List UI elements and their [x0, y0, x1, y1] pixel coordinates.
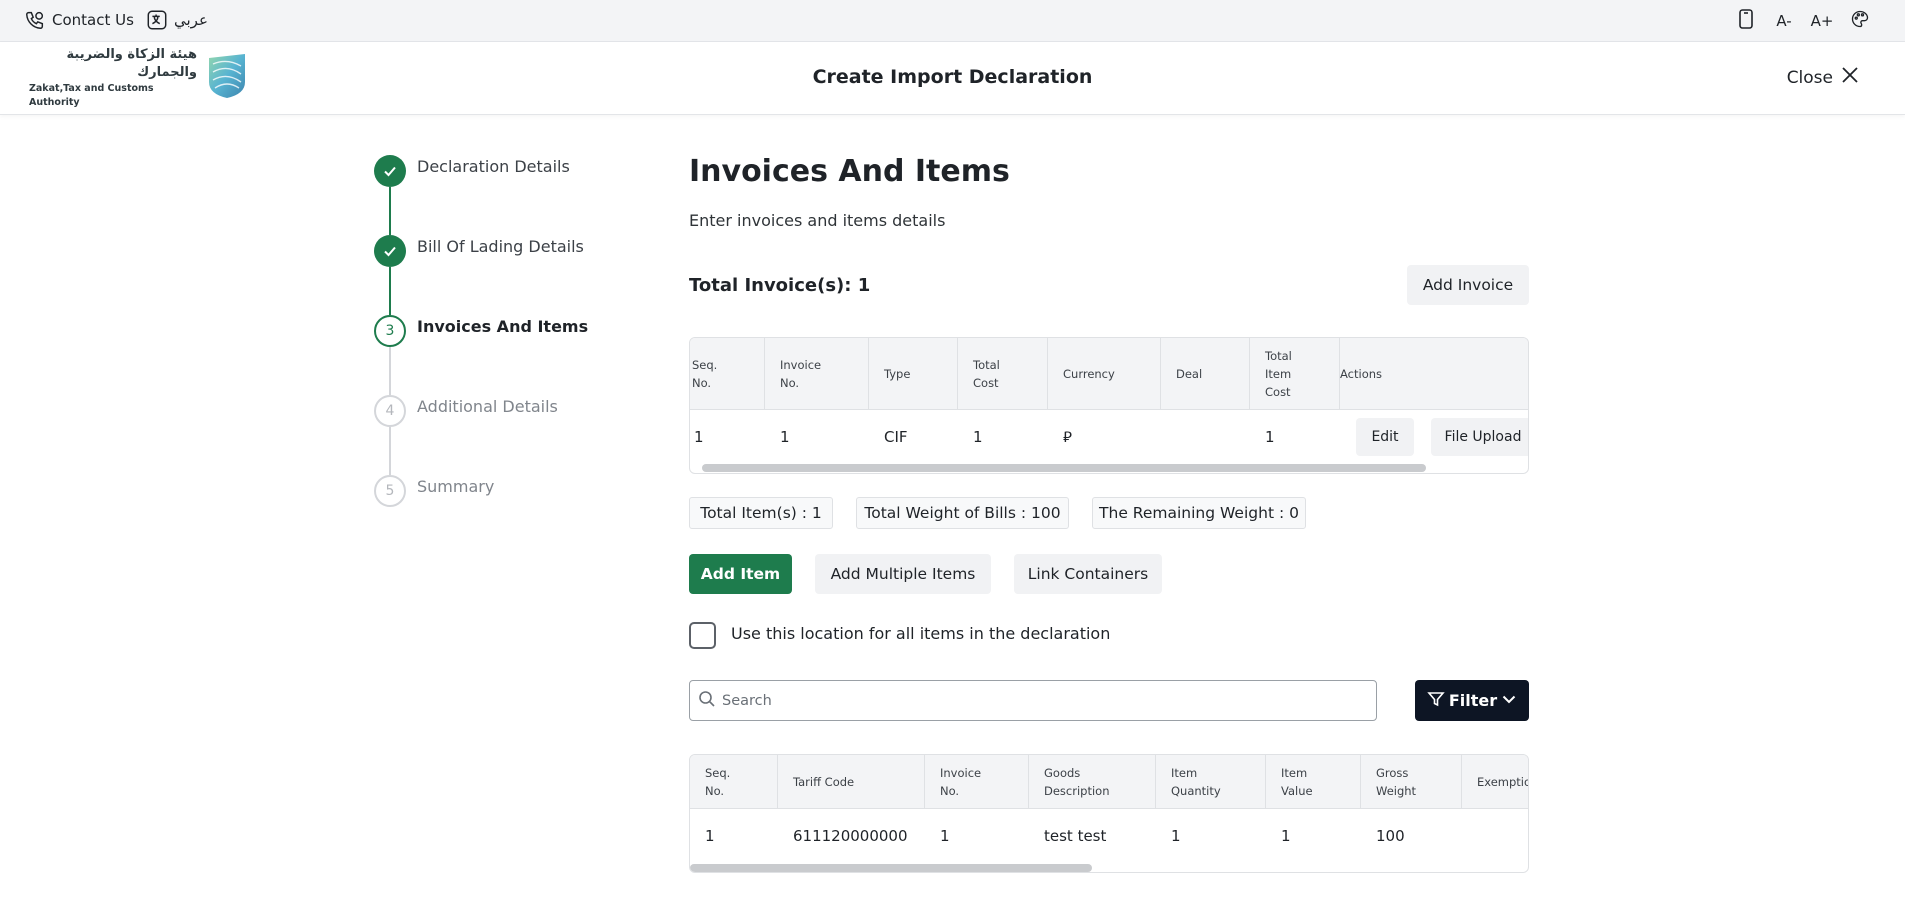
- step-connector: [389, 347, 391, 395]
- total-invoices-count: Total Invoice(s): 1: [689, 275, 871, 296]
- theme-button[interactable]: [1848, 10, 1872, 32]
- cell-tariff-code: 611120000000: [793, 827, 908, 845]
- cell-item-quantity: 1: [1171, 827, 1181, 845]
- step-label: Bill Of Lading Details: [417, 237, 584, 256]
- column-header: Exemptio: [1477, 774, 1529, 789]
- cell-total-cost: 1: [973, 428, 983, 446]
- horizontal-scrollbar[interactable]: [702, 464, 1426, 472]
- link-containers-button[interactable]: Link Containers: [1014, 554, 1162, 594]
- search-box: [689, 680, 1377, 721]
- cell-invoice-no: 1: [940, 827, 950, 845]
- page-header: هيئة الزكاة والضريبة والجمارك Zakat,Tax …: [0, 42, 1905, 115]
- top-utility-bar: Contact Us عربي A- A+: [0, 0, 1905, 42]
- column-header: Tariff Code: [778, 755, 925, 808]
- column-header: Currency: [1048, 338, 1161, 409]
- cell-currency: ⃁: [1063, 428, 1072, 446]
- step-summary[interactable]: 5 Summary: [374, 475, 494, 507]
- items-table: Seq. No. Tariff Code Invoice No. Goods D…: [689, 754, 1529, 873]
- total-items-badge: Total Item(s) : 1: [689, 497, 833, 529]
- font-increase-icon: A+: [1810, 12, 1834, 30]
- column-header: Invoice No.: [765, 338, 869, 409]
- cell-type: CIF: [884, 428, 908, 446]
- step-additional-details[interactable]: 4 Additional Details: [374, 395, 558, 427]
- search-input[interactable]: [722, 692, 1362, 709]
- step-label: Additional Details: [417, 397, 558, 416]
- column-header: Deal: [1161, 338, 1250, 409]
- palette-icon: [1850, 9, 1870, 33]
- step-bill-of-lading[interactable]: Bill Of Lading Details: [374, 235, 584, 267]
- close-icon: [1841, 66, 1859, 89]
- edit-invoice-button[interactable]: Edit: [1356, 418, 1414, 456]
- horizontal-scrollbar[interactable]: [690, 864, 1092, 872]
- column-header: Item Quantity: [1156, 755, 1266, 808]
- column-header: Total Cost: [958, 338, 1048, 409]
- step-declaration-details[interactable]: Declaration Details: [374, 155, 570, 187]
- font-decrease-button[interactable]: A-: [1772, 10, 1796, 32]
- step-label: Declaration Details: [417, 157, 570, 176]
- step-number: 4: [374, 395, 406, 427]
- mobile-view-button[interactable]: [1734, 9, 1758, 33]
- step-label: Summary: [417, 477, 495, 496]
- table-header: Seq. No. Invoice No. Type Total Cost Cur…: [690, 338, 1528, 410]
- mobile-icon: [1738, 9, 1754, 33]
- step-number: 5: [374, 475, 406, 507]
- column-header: Type: [869, 338, 958, 409]
- contact-phone-icon: [24, 9, 46, 31]
- filter-label: Filter: [1448, 691, 1498, 710]
- close-label: Close: [1786, 67, 1833, 88]
- filter-icon: [1427, 690, 1445, 712]
- remaining-weight-badge: The Remaining Weight : 0: [1092, 497, 1306, 529]
- section-subtitle: Enter invoices and items details: [689, 211, 946, 230]
- column-header: Seq. No.: [690, 755, 778, 808]
- step-connector: [389, 267, 391, 315]
- table-header: Seq. No. Tariff Code Invoice No. Goods D…: [690, 755, 1528, 809]
- add-invoice-button[interactable]: Add Invoice: [1407, 265, 1529, 305]
- use-location-label: Use this location for all items in the d…: [731, 624, 1111, 643]
- column-header: Goods Description: [1029, 755, 1156, 808]
- filter-button[interactable]: Filter: [1415, 680, 1529, 721]
- cell-seq: 1: [694, 428, 704, 446]
- step-connector: [389, 187, 391, 235]
- translate-icon: [146, 9, 168, 31]
- cell-item-value: 1: [1281, 827, 1291, 845]
- invoices-table: Seq. No. Invoice No. Type Total Cost Cur…: [689, 337, 1529, 474]
- cell-gross-weight: 100: [1376, 827, 1405, 845]
- section-title: Invoices And Items: [689, 154, 1010, 189]
- column-header: Seq. No.: [690, 338, 765, 409]
- file-upload-button[interactable]: File Upload: [1431, 418, 1528, 456]
- column-header: Item Value: [1266, 755, 1361, 808]
- add-multiple-items-button[interactable]: Add Multiple Items: [815, 554, 991, 594]
- contact-us-link[interactable]: Contact Us: [24, 9, 134, 31]
- page-title: Create Import Declaration: [812, 66, 1093, 88]
- column-header: Total Item Cost: [1250, 338, 1340, 409]
- chevron-down-icon: [1501, 691, 1517, 711]
- column-header: Gross Weight: [1361, 755, 1462, 808]
- cell-invoice-no: 1: [780, 428, 790, 446]
- column-header: Actions: [1340, 366, 1383, 381]
- add-item-button[interactable]: Add Item: [689, 554, 792, 594]
- step-number: 3: [374, 315, 406, 347]
- total-weight-badge: Total Weight of Bills : 100: [856, 497, 1069, 529]
- check-icon: [374, 155, 406, 187]
- column-header: Invoice No.: [925, 755, 1029, 808]
- contact-us-label: Contact Us: [52, 11, 134, 29]
- cell-seq: 1: [705, 827, 715, 845]
- language-switch[interactable]: عربي: [146, 9, 208, 31]
- step-invoices-and-items[interactable]: 3 Invoices And Items: [374, 315, 588, 347]
- step-connector: [389, 427, 391, 475]
- font-increase-button[interactable]: A+: [1810, 10, 1834, 32]
- use-location-checkbox[interactable]: [689, 622, 716, 649]
- close-button[interactable]: Close: [1787, 66, 1859, 89]
- font-decrease-icon: A-: [1776, 12, 1792, 30]
- check-icon: [374, 235, 406, 267]
- language-label: عربي: [174, 11, 208, 29]
- cell-goods-description: test test: [1044, 827, 1107, 845]
- cell-total-item-cost: 1: [1265, 428, 1275, 446]
- search-icon: [698, 690, 716, 712]
- step-label: Invoices And Items: [417, 317, 589, 336]
